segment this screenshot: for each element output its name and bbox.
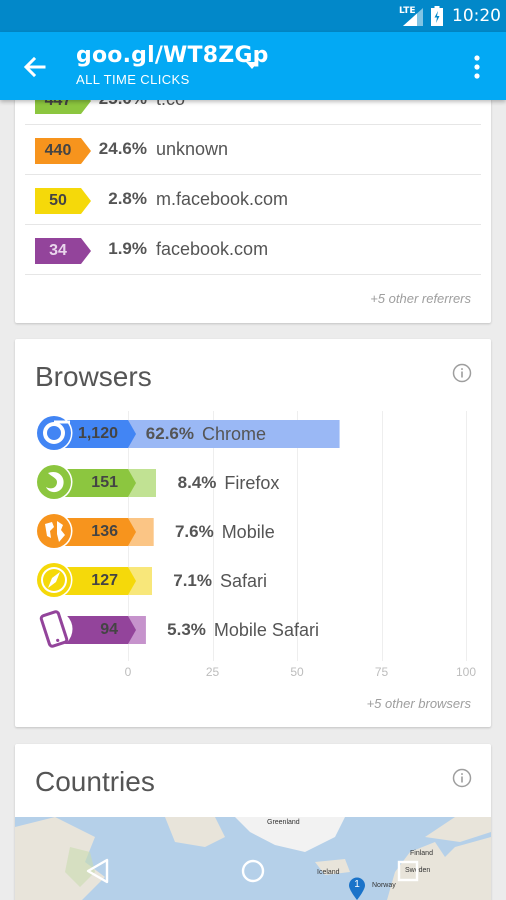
globe-icon [35,512,73,550]
arrow-back-icon[interactable] [20,52,50,82]
browser-row[interactable]: 151 8.4% Firefox [35,463,475,501]
referrer-name: unknown [156,139,229,159]
axis-tick-label: 25 [205,665,220,679]
browser-name: Safari [219,571,268,591]
browser-row[interactable]: 94 5.3% Mobile Safari [35,610,475,648]
browsers-title: Browsers [35,361,152,392]
firefox-icon [35,463,73,501]
browser-percent: 8.4% [177,473,217,492]
browser-percent: 62.6% [145,424,194,443]
browser-percent: 7.1% [173,571,212,590]
browser-name: Firefox [224,473,280,493]
axis-tick-label: 75 [374,665,389,679]
referrer-count: 440 [44,142,72,159]
phone-icon [35,610,73,648]
page-subtitle: ALL TIME CLICKS [76,72,190,87]
referrer-count: 34 [49,242,67,259]
signal-icon [403,8,423,26]
referrer-row[interactable]: 50 2.8% m.facebook.com [25,175,481,225]
navigation-bar [0,840,506,900]
browser-percent: 7.6% [174,522,214,541]
referrer-name: facebook.com [156,239,269,259]
referrer-row[interactable]: 440 24.6% unknown [25,125,481,175]
axis-tick-label: 100 [455,665,477,679]
referrer-percent: 2.8% [108,189,147,208]
caret-down-icon[interactable] [245,60,259,70]
clock: 10:20 [452,6,501,26]
browser-row[interactable]: 136 7.6% Mobile [35,512,475,550]
browser-name: Mobile Safari [213,620,319,640]
more-referrers-link[interactable]: +5 other referrers [370,291,471,306]
browser-percent: 5.3% [167,620,206,639]
axis-tick-label: 0 [124,665,132,679]
map-label: Greenland [267,819,300,826]
page-title[interactable]: goo.gl/WT8ZGp [76,43,269,68]
nav-home-icon[interactable] [238,856,268,886]
more-vert-icon[interactable] [468,52,486,82]
browser-name: Chrome [202,424,267,444]
referrer-name: m.facebook.com [156,189,289,209]
info-icon[interactable] [452,768,472,788]
referrer-percent: 1.9% [108,239,147,258]
nav-back-icon[interactable] [83,856,113,886]
referrer-count: 50 [49,192,67,209]
battery-icon [431,6,443,26]
compass-icon [35,561,73,599]
chrome-icon [35,414,73,452]
status-bar: LTE 10:20 [0,0,506,32]
nav-recents-icon[interactable] [393,856,423,886]
referrer-percent: 24.6% [98,139,147,158]
browser-name: Mobile [221,522,275,542]
referrer-row[interactable]: 34 1.9% facebook.com [25,225,481,275]
countries-title: Countries [35,766,155,797]
info-icon[interactable] [452,363,472,383]
app-bar: goo.gl/WT8ZGp ALL TIME CLICKS [0,32,506,100]
browser-row[interactable]: 127 7.1% Safari [35,561,475,599]
axis-tick-label: 50 [290,665,304,679]
browsers-card: Browsers 0 25 50 75 100 1,120 62.6% Chrome 151 8… [15,339,491,727]
more-browsers-link[interactable]: +5 other browsers [367,696,471,711]
browser-row[interactable]: 1,120 62.6% Chrome [35,414,475,452]
